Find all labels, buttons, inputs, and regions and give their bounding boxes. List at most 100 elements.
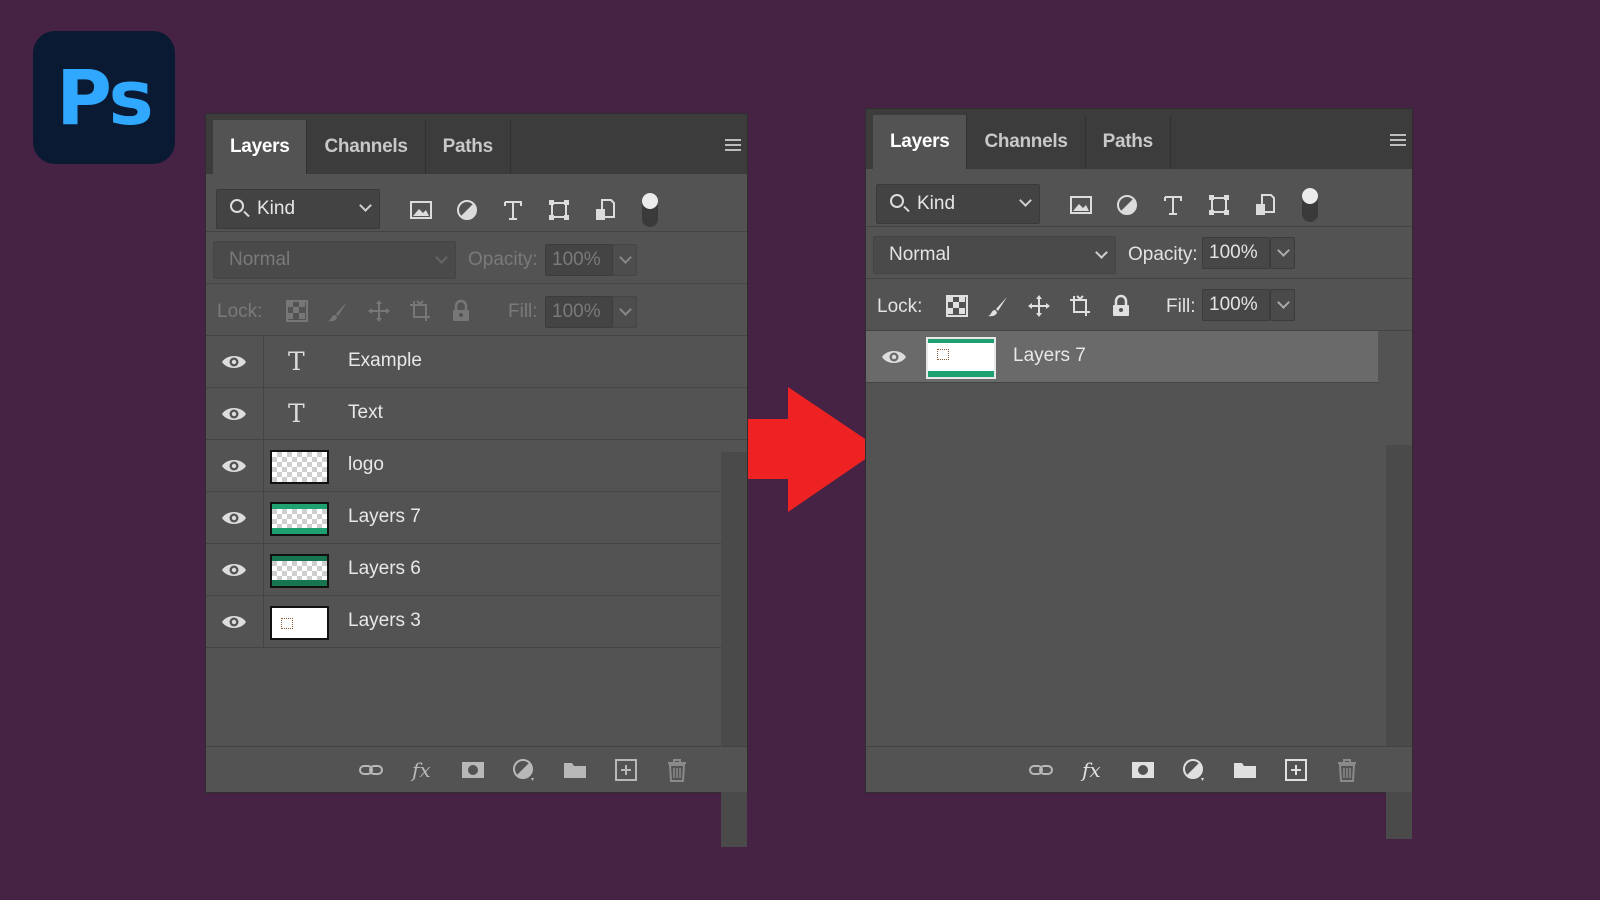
blend-row: Normal Opacity: 100%: [866, 227, 1412, 279]
opacity-label: Opacity:: [1128, 244, 1198, 265]
trash-icon[interactable]: [1321, 753, 1372, 787]
tab-paths[interactable]: Paths: [1086, 115, 1171, 169]
kind-filter-label: Kind: [917, 193, 956, 214]
link-icon[interactable]: [1015, 753, 1066, 787]
eye-icon[interactable]: [221, 404, 247, 424]
trash-icon[interactable]: [651, 753, 702, 787]
photoshop-logo: Ps: [33, 31, 175, 164]
search-icon: [230, 199, 244, 213]
layer-row[interactable]: T Example: [206, 336, 747, 388]
blend-mode-select[interactable]: Normal: [873, 236, 1116, 274]
filter-row: Kind: [866, 169, 1412, 227]
lock-all-icon[interactable]: [1100, 289, 1141, 323]
lock-move-icon[interactable]: [1018, 289, 1059, 323]
image-filter-icon[interactable]: [1058, 187, 1104, 223]
opacity-input[interactable]: 100%: [545, 244, 613, 276]
blend-mode-select[interactable]: Normal: [213, 241, 456, 279]
adjustment-icon[interactable]: [498, 753, 549, 787]
shape-filter-icon[interactable]: [536, 192, 582, 228]
tab-layers[interactable]: Layers: [873, 115, 968, 169]
kind-filter-select[interactable]: Kind: [216, 189, 380, 229]
lock-artboard-icon[interactable]: [1059, 289, 1100, 323]
lock-row: Lock: Fill: 100%: [206, 284, 747, 336]
photoshop-logo-text: Ps: [56, 53, 154, 142]
layer-row[interactable]: Layers 7: [866, 331, 1378, 383]
adjustment-filter-icon[interactable]: [444, 192, 490, 228]
type-filter-icon[interactable]: [1150, 187, 1196, 223]
lock-all-icon[interactable]: [440, 294, 481, 328]
eye-icon[interactable]: [881, 347, 907, 367]
eye-icon[interactable]: [221, 612, 247, 632]
panel-bottom-bar: fx: [866, 746, 1412, 792]
filter-toggle-icon[interactable]: [1302, 188, 1318, 222]
panel-menu-icon[interactable]: [1390, 134, 1406, 146]
eye-icon[interactable]: [221, 456, 247, 476]
tab-layers[interactable]: Layers: [213, 120, 308, 174]
panel-bottom-bar: fx: [206, 746, 747, 792]
layer-name: Layers 3: [348, 610, 421, 631]
svg-text:fx: fx: [1080, 758, 1101, 782]
kind-filter-label: Kind: [257, 198, 296, 219]
fill-dropdown-button[interactable]: [1270, 289, 1295, 321]
lock-brush-icon[interactable]: [977, 289, 1018, 323]
svg-text:fx: fx: [410, 758, 431, 782]
new-layer-icon[interactable]: [1270, 753, 1321, 787]
type-layer-icon: T: [288, 399, 305, 428]
mask-icon[interactable]: [447, 753, 498, 787]
tab-paths[interactable]: Paths: [426, 120, 511, 174]
smart-object-filter-icon[interactable]: [582, 192, 628, 228]
layers-list: Layers 7: [866, 331, 1412, 383]
right-arrow-icon: [748, 387, 880, 512]
filter-toggle-icon[interactable]: [642, 193, 658, 227]
lock-label: Lock:: [217, 301, 263, 322]
lock-artboard-icon[interactable]: [399, 294, 440, 328]
lock-transparent-icon[interactable]: [276, 294, 317, 328]
layers-list: T Example T Text logo Layers 7 Layers 6: [206, 336, 747, 648]
lock-transparent-icon[interactable]: [936, 289, 977, 323]
smart-object-filter-icon[interactable]: [1242, 187, 1288, 223]
filter-icons: [398, 190, 658, 230]
kind-filter-select[interactable]: Kind: [876, 184, 1040, 224]
adjustment-icon[interactable]: [1168, 753, 1219, 787]
layer-row[interactable]: Layers 7: [206, 492, 747, 544]
bottom-icons: fx: [1015, 753, 1372, 787]
opacity-label: Opacity:: [468, 249, 538, 270]
layer-row[interactable]: Layers 3: [206, 596, 747, 648]
layer-name: Layers 6: [348, 558, 421, 579]
opacity-dropdown-button[interactable]: [612, 244, 637, 276]
layer-row[interactable]: T Text: [206, 388, 747, 440]
eye-icon[interactable]: [221, 560, 247, 580]
lock-move-icon[interactable]: [358, 294, 399, 328]
fill-input[interactable]: 100%: [545, 296, 613, 328]
type-filter-icon[interactable]: [490, 192, 536, 228]
mask-icon[interactable]: [1117, 753, 1168, 787]
fill-input[interactable]: 100%: [1202, 289, 1270, 321]
eye-icon[interactable]: [221, 508, 247, 528]
panel-menu-icon[interactable]: [725, 139, 741, 151]
layer-row[interactable]: logo: [206, 440, 747, 492]
tab-channels[interactable]: Channels: [307, 120, 426, 174]
eye-icon[interactable]: [221, 352, 247, 372]
folder-icon[interactable]: [1219, 753, 1270, 787]
folder-icon[interactable]: [549, 753, 600, 787]
lock-brush-icon[interactable]: [317, 294, 358, 328]
new-layer-icon[interactable]: [600, 753, 651, 787]
chevron-down-icon: [359, 199, 372, 212]
adjustment-filter-icon[interactable]: [1104, 187, 1150, 223]
layer-row[interactable]: Layers 6: [206, 544, 747, 596]
opacity-dropdown-button[interactable]: [1270, 237, 1295, 269]
divider: [263, 544, 264, 595]
tab-channels[interactable]: Channels: [967, 115, 1086, 169]
opacity-input[interactable]: 100%: [1202, 237, 1270, 269]
link-icon[interactable]: [345, 753, 396, 787]
panel-tabbar: Layers Channels Paths: [866, 109, 1412, 169]
shape-filter-icon[interactable]: [1196, 187, 1242, 223]
fx-icon[interactable]: fx: [1066, 753, 1117, 787]
fx-icon[interactable]: fx: [396, 753, 447, 787]
layer-thumbnail: [270, 606, 329, 640]
fill-dropdown-button[interactable]: [612, 296, 637, 328]
bottom-icons: fx: [345, 753, 702, 787]
layer-thumbnail: [270, 502, 329, 536]
lock-icons: [276, 294, 481, 328]
image-filter-icon[interactable]: [398, 192, 444, 228]
